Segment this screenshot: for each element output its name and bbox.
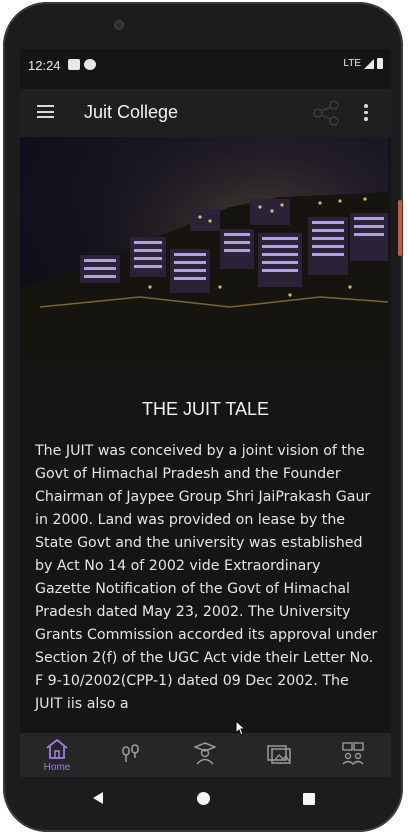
- menu-icon[interactable]: [37, 105, 54, 118]
- bottom-navigation: Home: [20, 733, 391, 777]
- mouse-cursor-icon: [235, 720, 247, 736]
- nav-item-home[interactable]: Home: [20, 733, 94, 777]
- share-icon[interactable]: [312, 100, 340, 126]
- home-button-icon[interactable]: [197, 792, 210, 805]
- camera-icon: [114, 20, 124, 30]
- history-paragraph: The JUIT was conceived by a joint vision…: [35, 443, 378, 712]
- app-bar: Juit College: [20, 89, 391, 137]
- back-icon[interactable]: [91, 791, 105, 805]
- section-heading: THE JUIT TALE: [141, 399, 270, 419]
- recent-apps-icon[interactable]: [303, 793, 315, 805]
- nav-item-contacts[interactable]: [316, 733, 390, 777]
- battery-icon: [377, 58, 383, 69]
- more-vert-icon[interactable]: [364, 104, 368, 122]
- gallery-icon: [267, 745, 291, 764]
- microphone-icon: [122, 744, 139, 762]
- app-title: Juit College: [84, 102, 179, 122]
- power-button[interactable]: [398, 200, 402, 256]
- app-screen: 12:24 LTE Juit College THE JUIT TALE The…: [20, 49, 391, 777]
- campus-night-photo: [20, 137, 388, 361]
- system-navigation-bar: [3, 777, 408, 827]
- campus-banner-image[interactable]: [20, 137, 388, 361]
- home-icon: [46, 739, 68, 759]
- graduate-icon: [194, 742, 216, 765]
- notification-icons: [68, 59, 96, 70]
- phone-frame: 12:24 LTE Juit College THE JUIT TALE The…: [3, 2, 403, 832]
- status-time: 12:24: [28, 58, 61, 73]
- nav-item-gallery[interactable]: [242, 733, 316, 777]
- nav-item-faculty[interactable]: [168, 733, 242, 777]
- gmail-icon: [68, 59, 80, 70]
- signal-icon: [364, 58, 374, 69]
- status-right: LTE: [343, 58, 383, 69]
- status-bar: 12:24 LTE: [20, 49, 391, 83]
- nav-item-events[interactable]: [94, 733, 168, 777]
- nav-label-home: Home: [43, 762, 71, 773]
- notification-app-icon: [84, 59, 96, 70]
- network-type: LTE: [343, 58, 361, 69]
- contacts-icon: [342, 742, 364, 765]
